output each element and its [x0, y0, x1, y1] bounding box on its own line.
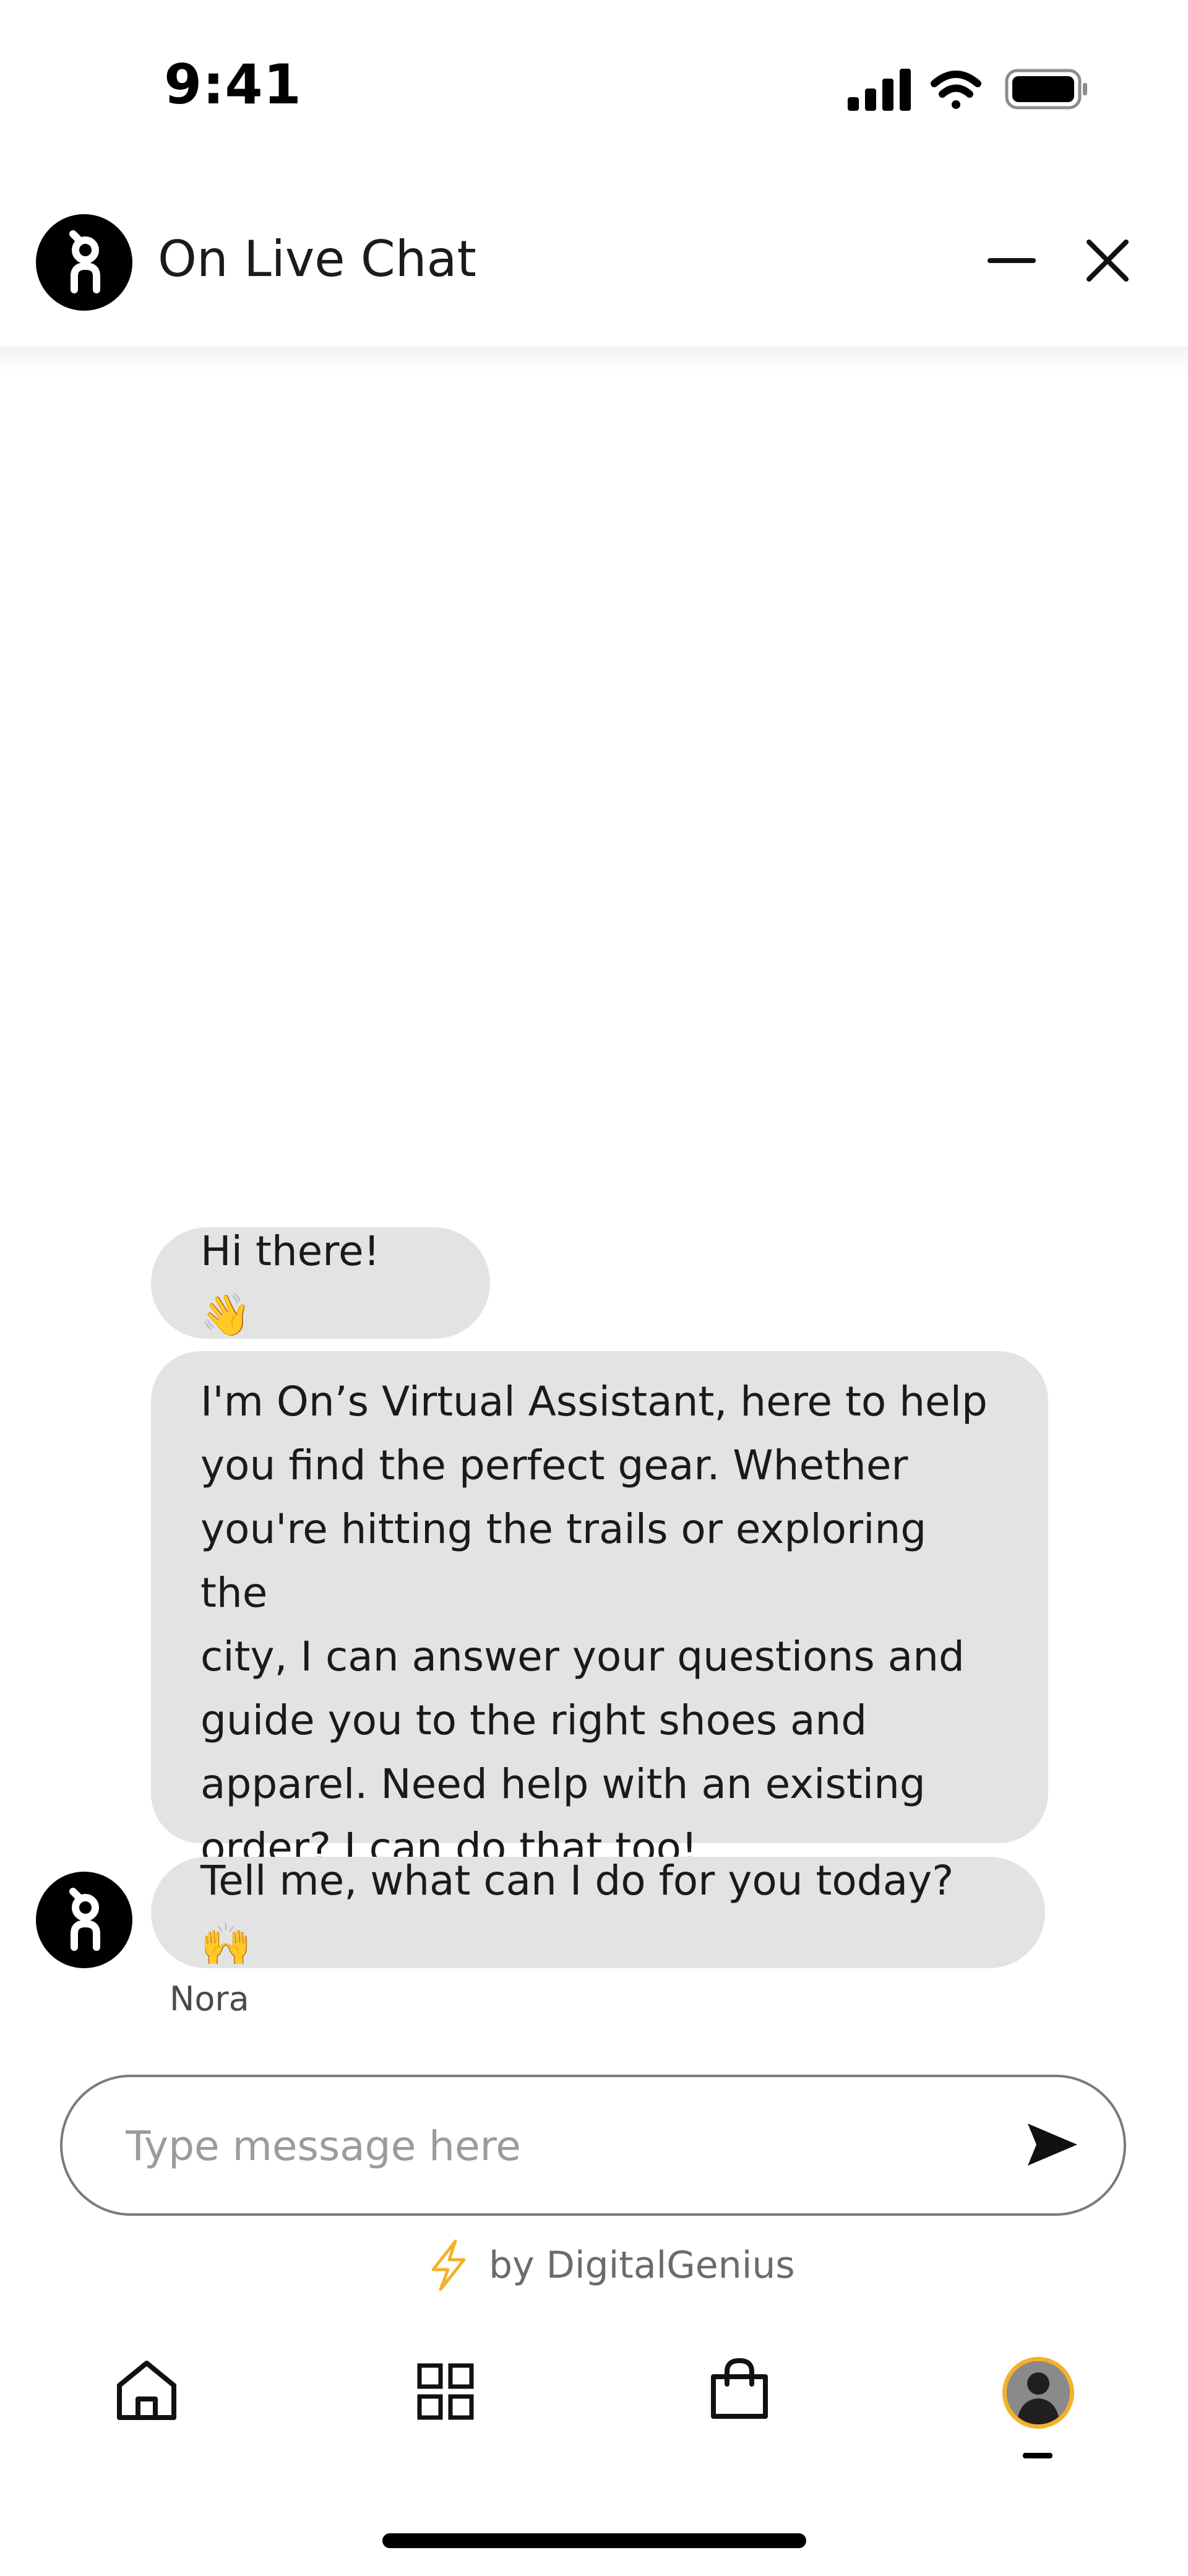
message-input[interactable]	[124, 2102, 993, 2190]
on-logo-icon	[36, 214, 132, 311]
chat-message-question: Tell me, what can I do for you today? 🙌	[151, 1857, 1045, 1968]
powered-by: by DigitalGenius	[427, 2237, 795, 2293]
wifi-icon	[931, 71, 981, 109]
message-composer	[60, 2075, 1126, 2216]
message-line: apparel. Need help with an existing	[200, 1760, 926, 1808]
nav-profile-button[interactable]	[1002, 2357, 1074, 2429]
lightning-icon	[431, 2239, 466, 2291]
status-time: 9:41	[164, 53, 302, 116]
send-icon	[1028, 2124, 1077, 2166]
nav-bag-button[interactable]	[708, 2357, 770, 2421]
message-line: you find the perfect gear. Whether	[200, 1441, 908, 1489]
agent-avatar	[36, 1872, 132, 1968]
message-line: city, I can answer your questions and	[200, 1633, 965, 1680]
send-button[interactable]	[1024, 2120, 1080, 2169]
chat-title: On Live Chat	[158, 230, 476, 288]
profile-avatar	[1007, 2361, 1070, 2424]
cellular-signal-icon	[848, 69, 911, 111]
chat-message-greeting: Hi there! 👋	[151, 1227, 490, 1339]
header-divider	[0, 347, 1188, 371]
agent-name: Nora	[170, 1979, 249, 2018]
battery-icon	[1005, 69, 1087, 110]
chat-message-intro: I'm On’s Virtual Assistant, here to help…	[151, 1351, 1048, 1872]
shopping-bag-icon	[711, 2358, 768, 2419]
minimize-button[interactable]	[984, 233, 1040, 288]
message-text: Hi there! 👋	[200, 1227, 381, 1339]
grid-icon	[417, 2363, 474, 2420]
close-icon	[1087, 240, 1129, 282]
nav-home-button[interactable]	[114, 2358, 179, 2423]
powered-by-text: by DigitalGenius	[489, 2244, 795, 2287]
message-line: you're hitting the trails or exploring t…	[200, 1505, 927, 1617]
message-text: Tell me, what can I do for you today? 🙌	[200, 1857, 954, 1968]
status-icons	[848, 65, 1089, 115]
active-tab-indicator	[1023, 2453, 1052, 2458]
minimize-icon	[988, 258, 1036, 263]
nav-shop-button[interactable]	[417, 2363, 474, 2420]
home-icon	[117, 2361, 176, 2420]
close-button[interactable]	[1080, 233, 1135, 288]
message-line: I'm On’s Virtual Assistant, here to help	[200, 1378, 988, 1425]
home-indicator[interactable]	[382, 2533, 806, 2548]
message-line: guide you to the right shoes and	[200, 1696, 867, 1744]
on-logo-icon	[69, 1888, 100, 1951]
